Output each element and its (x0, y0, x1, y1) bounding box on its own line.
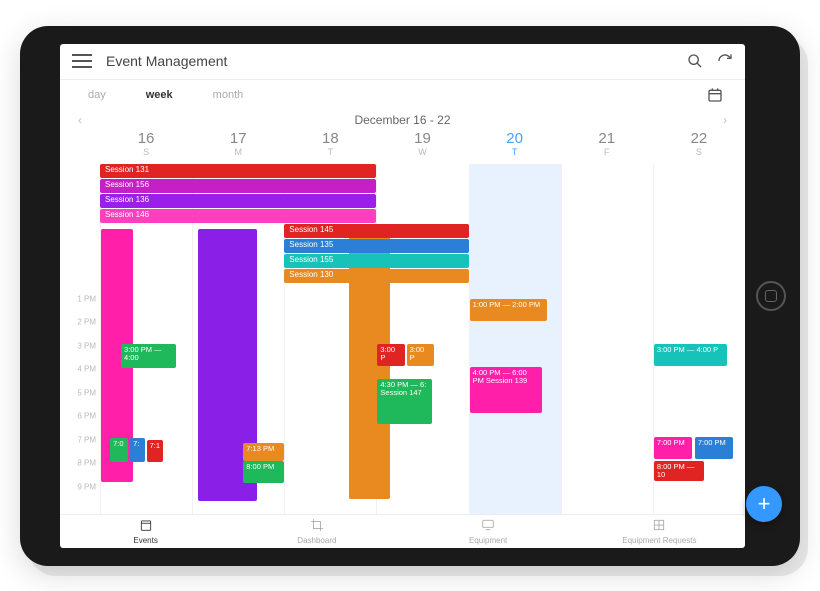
home-button[interactable] (756, 281, 786, 311)
date-range: December 16 - 22 (60, 113, 745, 127)
search-icon[interactable] (687, 53, 703, 69)
tab-label: Equipment (469, 536, 507, 545)
event-block[interactable]: 7:0 (110, 438, 128, 462)
event-block[interactable]: 7:00 PM (654, 437, 692, 459)
event-block[interactable]: 7:1 (147, 440, 163, 462)
day-headers: 16S17M18T19W20T21F22S (60, 130, 745, 164)
event-block[interactable]: 3:00 PM — 4:00 (121, 344, 176, 368)
day-header-21[interactable]: 21F (561, 130, 653, 164)
allday-event[interactable]: Session 131 (100, 164, 376, 178)
tab-label: Dashboard (297, 536, 336, 545)
tab-equipment-requests[interactable]: Equipment Requests (574, 515, 745, 548)
time-label: 5 PM (77, 388, 96, 397)
week-header: ‹ December 16 - 22 › (60, 110, 745, 130)
day-column[interactable]: 3:00 P3:00 P 4:30 PM — 6: Session 147 (376, 164, 468, 514)
allday-event[interactable]: Session 156 (100, 179, 376, 193)
event-block[interactable]: 7:00 PM (695, 437, 733, 459)
time-label: 4 PM (77, 365, 96, 374)
page-title: Event Management (106, 53, 687, 69)
event-block[interactable]: 3:00 P (377, 344, 404, 366)
event-block[interactable]: 4:00 PM — 6:00 PM Session 139 (470, 367, 543, 413)
view-month[interactable]: month (213, 89, 244, 101)
event-block[interactable]: 7:13 PM (243, 443, 284, 461)
day-header-20[interactable]: 20T (469, 130, 561, 164)
view-week[interactable]: week (146, 89, 173, 101)
monitor-icon (481, 518, 495, 534)
allday-event[interactable]: Session 146 (100, 209, 376, 223)
view-mode-bar: day week month (60, 80, 745, 110)
allday-event[interactable]: Session 155 (284, 254, 468, 268)
bottom-tabs: Events Dashboard Equipment Equipment Reques… (60, 514, 745, 548)
day-header-22[interactable]: 22S (653, 130, 745, 164)
calendar-icon[interactable] (707, 87, 723, 103)
calendar-grid[interactable]: Session 131Session 156Session 136Session… (60, 164, 745, 514)
event-block[interactable]: 7: (130, 438, 145, 462)
time-label: 2 PM (77, 318, 96, 327)
day-header-19[interactable]: 19W (376, 130, 468, 164)
grid-icon (652, 518, 666, 534)
tab-label: Events (133, 536, 157, 545)
allday-event[interactable]: Session 130 (284, 269, 468, 283)
day-column[interactable]: 1:00 PM — 2:00 PM 4:00 PM — 6:00 PM Sessi… (469, 164, 561, 514)
day-column[interactable]: 3:00 PM — 4:00 P 7:00 PM7:00 PM8:00 PM — … (653, 164, 745, 514)
top-bar: Event Management (60, 44, 745, 80)
day-header-16[interactable]: 16S (100, 130, 192, 164)
tab-equipment[interactable]: Equipment (403, 515, 574, 548)
time-label: 9 PM (77, 482, 96, 491)
time-label: 8 PM (77, 459, 96, 468)
app-screen: Event Management day week month ‹ Decemb… (60, 44, 745, 548)
view-day[interactable]: day (88, 89, 106, 101)
time-label: 6 PM (77, 412, 96, 421)
event-block[interactable]: 1:00 PM — 2:00 PM (470, 299, 547, 321)
event-block[interactable]: 8:00 PM — 10 (654, 461, 704, 481)
refresh-icon[interactable] (717, 53, 733, 69)
tab-label: Equipment Requests (622, 536, 696, 545)
time-label: 1 PM (77, 294, 96, 303)
prev-week[interactable]: ‹ (74, 109, 86, 131)
tab-dashboard[interactable]: Dashboard (231, 515, 402, 548)
menu-icon[interactable] (72, 54, 92, 68)
time-label: 3 PM (77, 341, 96, 350)
event-block[interactable]: 3:00 PM — 4:00 P (654, 344, 727, 366)
allday-event[interactable]: Session 136 (100, 194, 376, 208)
event-block[interactable]: 8:00 PM (243, 461, 284, 483)
calendar-icon (139, 518, 153, 534)
tablet-device: Event Management day week month ‹ Decemb… (20, 26, 800, 566)
day-column[interactable] (561, 164, 653, 514)
allday-event[interactable]: Session 135 (284, 239, 468, 253)
allday-event[interactable]: Session 145 (284, 224, 468, 238)
time-column: 1 PM 2 PM 3 PM 4 PM 5 PM 6 PM 7 PM 8 PM 9 PM (60, 164, 100, 514)
event-block[interactable]: 3:00 P (407, 344, 434, 366)
time-label: 7 PM (77, 435, 96, 444)
next-week[interactable]: › (719, 109, 731, 131)
event-block[interactable]: 4:30 PM — 6: Session 147 (377, 379, 432, 424)
crop-icon (310, 518, 324, 534)
day-header-18[interactable]: 18T (284, 130, 376, 164)
day-header-17[interactable]: 17M (192, 130, 284, 164)
tab-events[interactable]: Events (60, 515, 231, 548)
